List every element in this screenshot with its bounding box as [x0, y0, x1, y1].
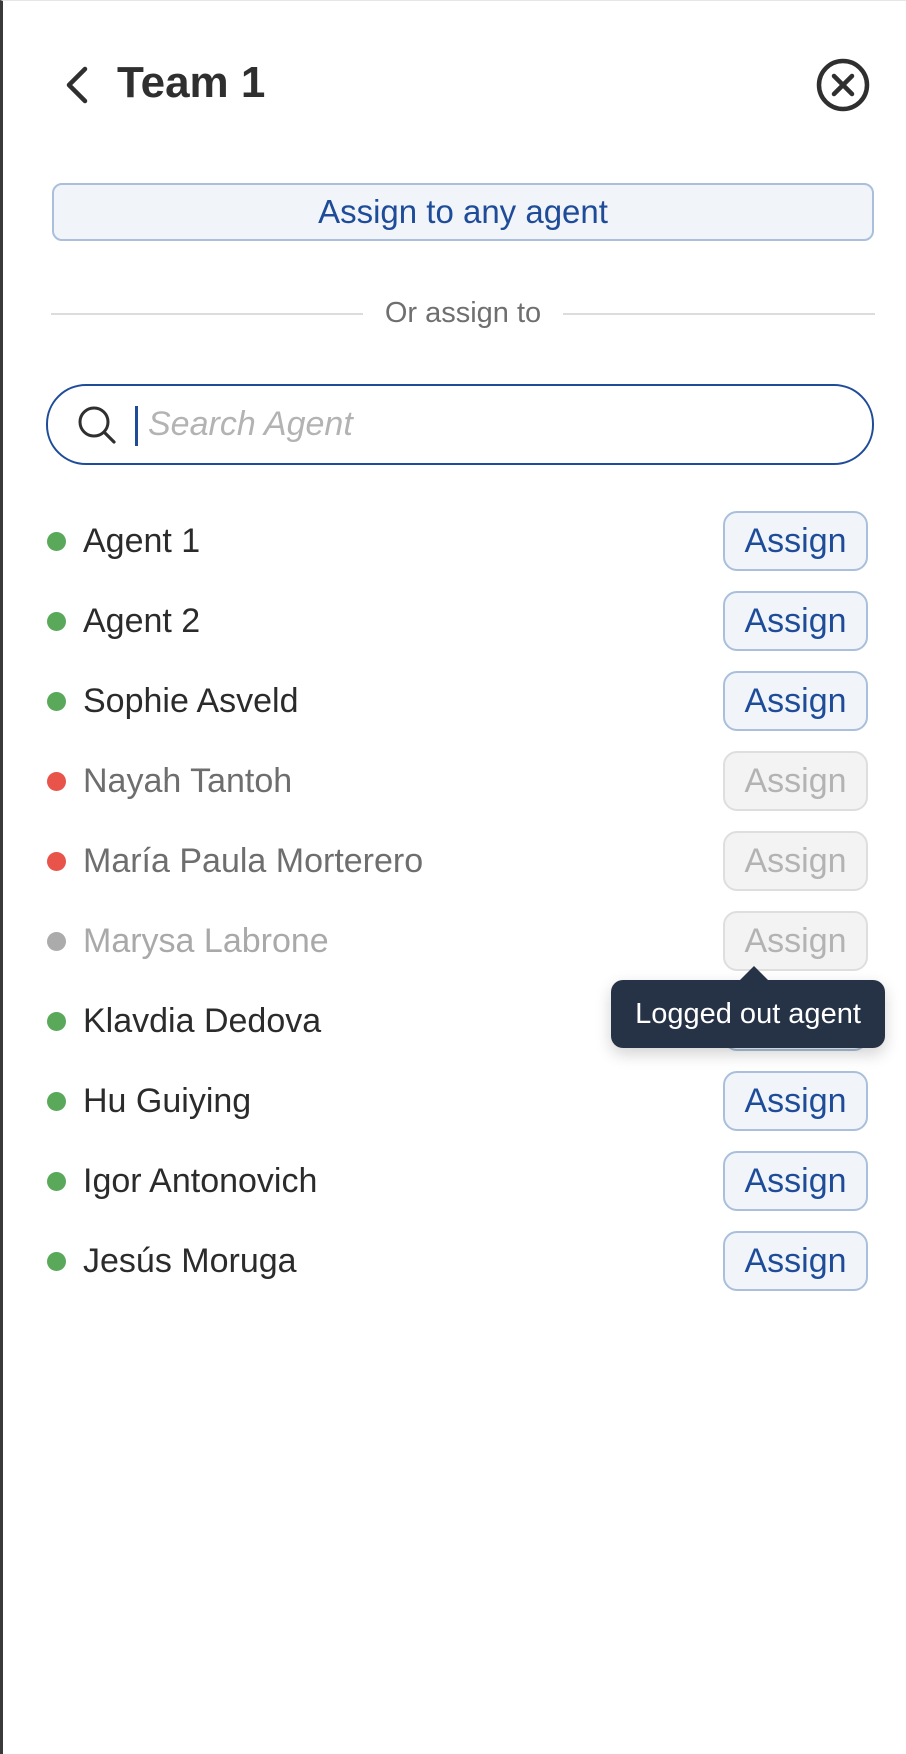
status-dot: [47, 772, 66, 791]
agent-name: Nayah Tantoh: [83, 762, 293, 800]
status-dot: [47, 852, 66, 871]
assign-panel: Team 1 Assign to any agent Or assign to …: [0, 0, 906, 1754]
agent-name: Jesús Moruga: [83, 1242, 297, 1280]
agent-row: Sophie Asveld Assign: [3, 661, 906, 741]
chevron-left-icon: [66, 66, 88, 104]
agent-name: Agent 2: [83, 602, 201, 640]
agent-row: Marysa Labrone Assign: [3, 901, 906, 981]
tooltip-text: Logged out agent: [635, 997, 861, 1030]
agent-row: Hu Guiying Assign: [3, 1061, 906, 1141]
divider-label: Or assign to: [384, 297, 542, 329]
agent-name: Agent 1: [83, 522, 201, 560]
status-dot: [47, 612, 66, 631]
search-icon: [78, 406, 116, 444]
agent-name: María Paula Morterero: [83, 842, 424, 880]
assign-button[interactable]: Assign: [723, 1071, 868, 1131]
logged-out-tooltip: Logged out agent: [611, 966, 885, 1048]
assign-button[interactable]: Assign: [723, 1151, 868, 1211]
agent-row: Igor Antonovich Assign: [3, 1141, 906, 1221]
assign-button[interactable]: Assign: [723, 511, 868, 571]
status-dot: [47, 1172, 66, 1191]
agent-row: Agent 1 Assign: [3, 501, 906, 581]
agent-name: Igor Antonovich: [83, 1162, 318, 1200]
search-input[interactable]: [148, 396, 848, 452]
assign-button[interactable]: Assign: [723, 1231, 868, 1291]
agent-name: Marysa Labrone: [83, 922, 329, 960]
assign-any-agent-button[interactable]: Assign to any agent: [52, 183, 874, 241]
agent-row: Nayah Tantoh Assign: [3, 741, 906, 821]
close-button[interactable]: [815, 57, 871, 113]
assign-button[interactable]: Assign: [723, 671, 868, 731]
search-field[interactable]: [46, 384, 874, 465]
status-dot: [47, 1012, 66, 1031]
assign-button[interactable]: Assign: [723, 591, 868, 651]
status-dot: [47, 1252, 66, 1271]
assign-button: Assign: [723, 911, 868, 971]
status-dot: [47, 692, 66, 711]
divider-line-left: [51, 313, 363, 315]
divider-line-right: [563, 313, 875, 315]
page-title: Team 1: [117, 58, 266, 107]
status-dot: [47, 932, 66, 951]
or-divider: Or assign to: [51, 287, 875, 339]
panel-header: Team 1: [3, 1, 906, 171]
agent-name: Sophie Asveld: [83, 682, 299, 720]
assign-button: Assign: [723, 751, 868, 811]
agent-row: Jesús Moruga Assign: [3, 1221, 906, 1301]
agent-row: María Paula Morterero Assign: [3, 821, 906, 901]
agent-name: Klavdia Dedova: [83, 1002, 322, 1040]
status-dot: [47, 532, 66, 551]
assign-button: Assign: [723, 831, 868, 891]
agent-name: Hu Guiying: [83, 1082, 252, 1120]
close-circle-icon: [816, 58, 870, 112]
back-button[interactable]: [55, 59, 99, 111]
agent-row: Agent 2 Assign: [3, 581, 906, 661]
tooltip-arrow: [739, 966, 769, 981]
status-dot: [47, 1092, 66, 1111]
text-cursor: [135, 406, 138, 446]
